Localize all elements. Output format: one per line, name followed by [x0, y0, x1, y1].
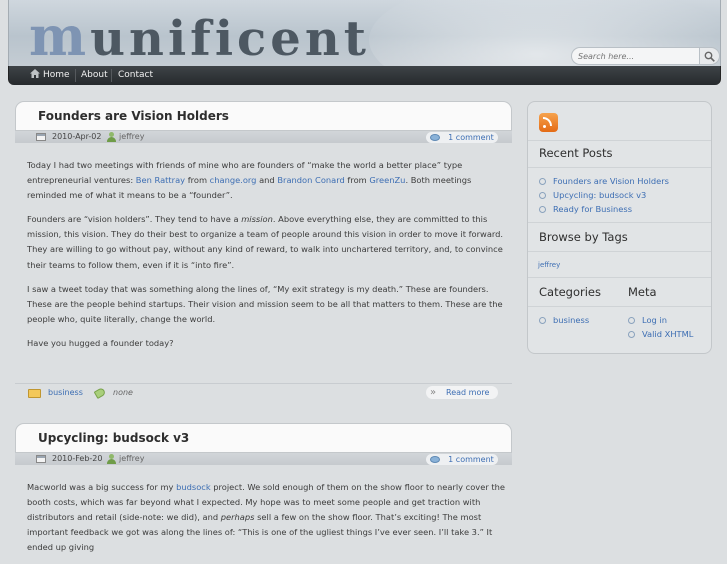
text: from: [344, 175, 370, 186]
nav-home[interactable]: Home: [25, 69, 75, 82]
post-title-bar: Upcycling: budsock v3: [15, 423, 512, 453]
tag-icon: [93, 387, 107, 399]
meta-link-login[interactable]: Log in: [628, 313, 693, 327]
post-category[interactable]: business: [48, 388, 83, 397]
nav-about[interactable]: About: [76, 69, 113, 82]
nav-contact[interactable]: Contact: [113, 69, 158, 82]
recent-posts-heading: Recent Posts: [539, 146, 613, 160]
logo-rest: unificent: [90, 11, 370, 66]
search-input[interactable]: [571, 47, 699, 65]
post-paragraph: Have you hugged a founder today?: [27, 337, 174, 348]
post-tags: none: [113, 388, 133, 397]
emphasis: perhaps: [220, 512, 255, 523]
text: Macworld was a big success for my: [27, 482, 177, 492]
post-paragraph: Founders are “vision holders”. They tend…: [27, 212, 505, 272]
search-button[interactable]: [699, 47, 720, 65]
post-article: Upcycling: budsock v3 2010-Feb-20 jeffre…: [15, 423, 512, 552]
comments-count: 1 comment: [448, 133, 494, 142]
post-paragraph: I saw a tweet today that was something a…: [27, 283, 503, 324]
divider: [528, 140, 711, 141]
browse-tags-heading: Browse by Tags: [539, 230, 628, 244]
divider: [528, 251, 711, 252]
post-date: 2010-Apr-02: [52, 132, 102, 141]
recent-post-link[interactable]: Upcycling: budsock v3: [539, 188, 669, 202]
user-icon: [107, 454, 116, 464]
text: Founders are “vision holders”. They tend…: [27, 214, 242, 225]
link-brandon-conard[interactable]: Brandon Conard: [277, 175, 344, 185]
recent-post-link[interactable]: Founders are Vision Holders: [539, 174, 669, 188]
post-article: Founders are Vision Holders 2010-Apr-02 …: [15, 101, 512, 403]
comment-icon: [430, 456, 440, 463]
post-meta-bar: 2010-Apr-02 jeffrey 1 comment: [15, 131, 512, 143]
site-header: munificent: [8, 0, 721, 66]
meta-link-xhtml[interactable]: Valid XHTML: [628, 327, 693, 341]
site-logo[interactable]: munificent: [29, 4, 370, 66]
post-date: 2010-Feb-20: [52, 454, 103, 463]
divider: [528, 167, 711, 168]
search-form: [571, 47, 720, 65]
folder-icon: [28, 389, 41, 398]
logo-first-letter: m: [29, 4, 91, 66]
divider: [528, 222, 711, 223]
divider: [528, 306, 711, 307]
comment-icon: [430, 134, 440, 141]
link-ben-rattray[interactable]: Ben Rattray: [136, 175, 185, 185]
link-greenzu[interactable]: GreenZu: [369, 175, 405, 185]
post-author[interactable]: jeffrey: [119, 454, 144, 463]
divider: [528, 277, 711, 278]
comments-count: 1 comment: [448, 455, 494, 464]
nav-home-label: Home: [43, 70, 70, 80]
calendar-icon: [36, 133, 46, 141]
main-nav: Home About Contact: [8, 66, 721, 85]
category-link[interactable]: business: [539, 313, 589, 327]
recent-posts-list: Founders are Vision Holders Upcycling: b…: [539, 174, 669, 216]
emphasis: mission: [241, 214, 273, 225]
categories-heading: Categories: [539, 285, 601, 299]
link-change-org[interactable]: change.org: [210, 175, 257, 185]
search-icon: [704, 51, 715, 62]
text: and: [256, 175, 278, 186]
post-meta-bar: 2010-Feb-20 jeffrey 1 comment: [15, 453, 512, 465]
read-more-label: Read more: [446, 388, 490, 397]
meta-list: Log in Valid XHTML: [628, 313, 693, 341]
recent-post-link[interactable]: Ready for Business: [539, 202, 669, 216]
post-paragraph: Today I had two meetings with friends of…: [27, 158, 505, 203]
post-paragraph: Macworld was a big success for my budsoc…: [27, 480, 505, 555]
read-more-arrow-icon: »: [430, 387, 437, 398]
comments-link[interactable]: 1 comment: [426, 454, 498, 465]
post-author[interactable]: jeffrey: [119, 132, 144, 141]
link-budsock[interactable]: budsock: [176, 482, 211, 492]
post-title-bar: Founders are Vision Holders: [15, 101, 512, 131]
post-footer: business none » Read more: [15, 383, 512, 402]
read-more-button[interactable]: » Read more: [426, 386, 498, 399]
rss-icon[interactable]: [539, 113, 558, 132]
nav-separator: [111, 69, 112, 82]
categories-list: business: [539, 313, 589, 327]
text: from: [185, 175, 210, 186]
post-title[interactable]: Founders are Vision Holders: [38, 109, 229, 123]
home-icon: [30, 69, 40, 78]
meta-heading: Meta: [628, 285, 657, 299]
calendar-icon: [36, 455, 46, 463]
post-body: Today I had two meetings with friends of…: [27, 158, 505, 360]
comments-link[interactable]: 1 comment: [426, 132, 498, 143]
sidebar: Recent Posts Founders are Vision Holders…: [527, 101, 712, 354]
user-icon: [107, 132, 116, 142]
post-body: Macworld was a big success for my budsoc…: [27, 480, 505, 564]
tag-cloud-link[interactable]: jeffrey: [538, 261, 560, 269]
post-title[interactable]: Upcycling: budsock v3: [38, 431, 189, 445]
